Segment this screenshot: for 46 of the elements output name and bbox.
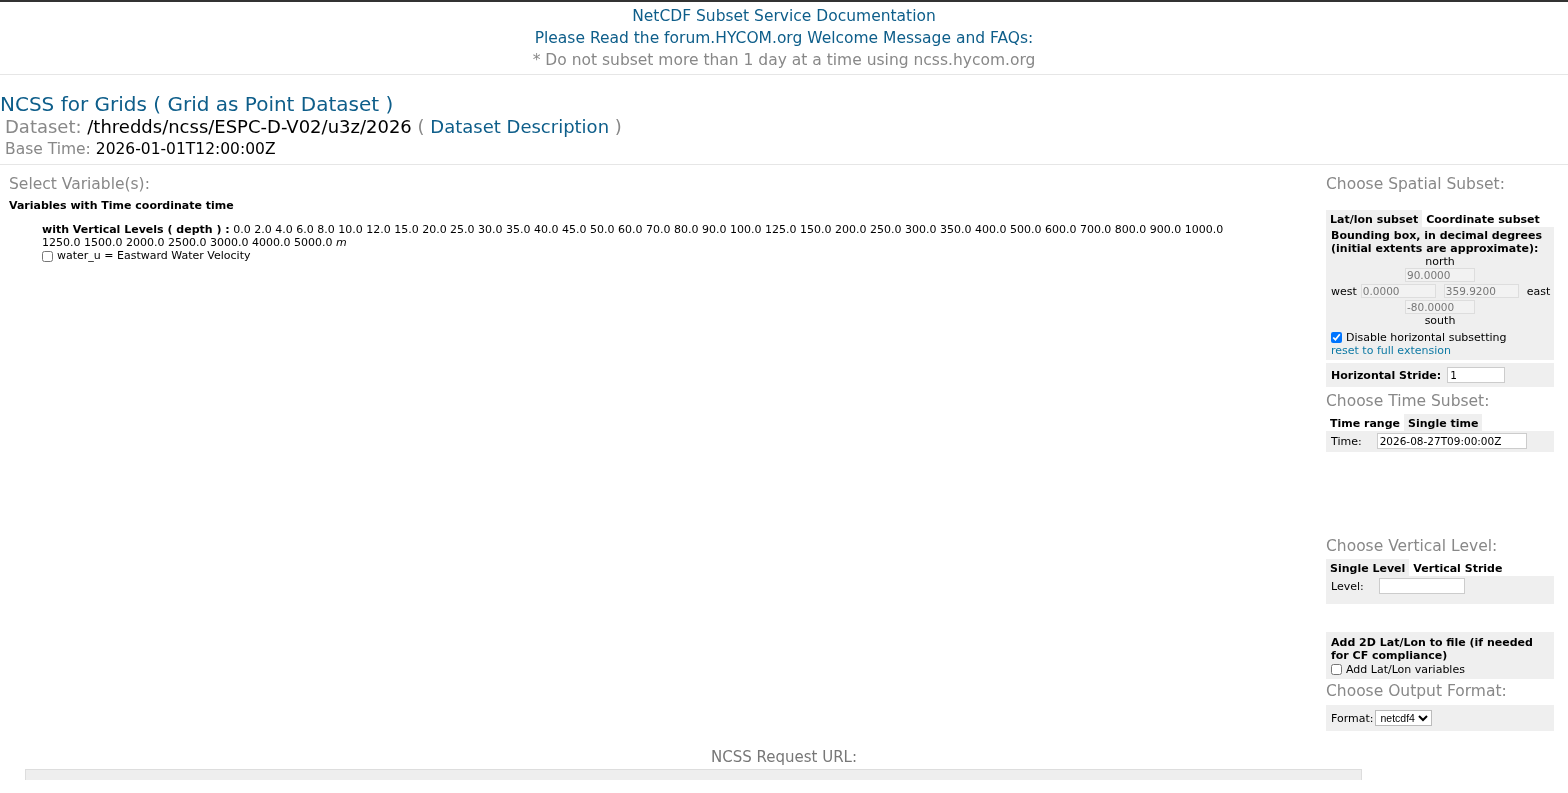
east-field[interactable]: 359.9200 — [1443, 284, 1519, 298]
page-title: NCSS for Grids ( Grid as Point Dataset ) — [0, 92, 394, 116]
checkbox-label: Disable horizontal subsetting — [1346, 331, 1507, 344]
bounding-box-title: Bounding box, in decimal degrees (initial extents are approximate): — [1331, 229, 1542, 255]
disable-subsetting-checkbox[interactable] — [1331, 332, 1342, 343]
base-time-value: 2026-01-01T12:00:00Z — [95, 140, 276, 158]
dataset-path: /thredds/ncss/ESPC-D-V02/u3z/2026 — [87, 116, 412, 137]
west-field[interactable]: 0.0000 — [1360, 284, 1436, 298]
section-heading: Choose Vertical Level: — [1326, 536, 1498, 556]
north-label: north — [1424, 255, 1456, 268]
format-dropdown[interactable]: netcdf4 — [1375, 710, 1433, 726]
section-heading: Choose Time Subset: — [1326, 391, 1490, 411]
latlon-title: Add 2D Lat/Lon to file (if needed for CF compliance) — [1331, 636, 1533, 662]
section-heading: Choose Output Format: — [1326, 681, 1507, 701]
base-time-label: Base Time: — [5, 140, 91, 158]
tab[interactable]: Lat/lon subset — [1326, 210, 1423, 227]
east-label: east — [1526, 284, 1551, 298]
paren-text: ( — [417, 116, 425, 137]
level-label: Level: — [1331, 579, 1364, 593]
request-url-label: NCSS Request URL: — [711, 748, 857, 766]
south-field[interactable]: -80.0000 — [1405, 300, 1475, 314]
section-heading: Choose Spatial Subset: — [1326, 174, 1505, 194]
dataset-description-link[interactable]: Dataset Description — [430, 116, 610, 137]
south-label: south — [1423, 314, 1457, 327]
dataset-label: Dataset: — [5, 116, 82, 137]
section-heading: Select Variable(s): — [9, 175, 150, 193]
time-field[interactable]: 2026-08-27T09:00:00Z — [1376, 433, 1527, 449]
tab[interactable]: Single Level — [1326, 559, 1410, 576]
documentation-link[interactable]: NetCDF Subset Service Documentation — [632, 7, 936, 25]
checkbox-label: Add Lat/Lon variables — [1346, 663, 1465, 676]
format-label: Format: — [1331, 711, 1374, 725]
time-label: Time: — [1331, 434, 1362, 448]
latlon-checkbox[interactable] — [1331, 664, 1342, 675]
paren-text: ) — [614, 116, 622, 137]
variable-label: water_u = Eastward Water Velocity — [57, 249, 251, 263]
level-field[interactable] — [1378, 578, 1465, 594]
stride-field[interactable]: 1 — [1447, 367, 1506, 383]
forum-link[interactable]: Please Read the forum.HYCOM.org Welcome Message and FAQs: — [534, 29, 1034, 47]
reset-extension-link[interactable]: reset to full extension — [1331, 344, 1451, 357]
tab[interactable]: Single time — [1404, 414, 1483, 431]
variable-checkbox[interactable] — [42, 250, 53, 262]
north-field[interactable]: 90.0000 — [1405, 268, 1475, 282]
stride-label: Horizontal Stride: — [1331, 368, 1442, 382]
west-label: west — [1331, 284, 1357, 298]
group-title: Variables with Time coordinate time — [9, 199, 234, 212]
subset-notice: * Do not subset more than 1 day at a time using ncss.hycom.org — [532, 51, 1036, 69]
